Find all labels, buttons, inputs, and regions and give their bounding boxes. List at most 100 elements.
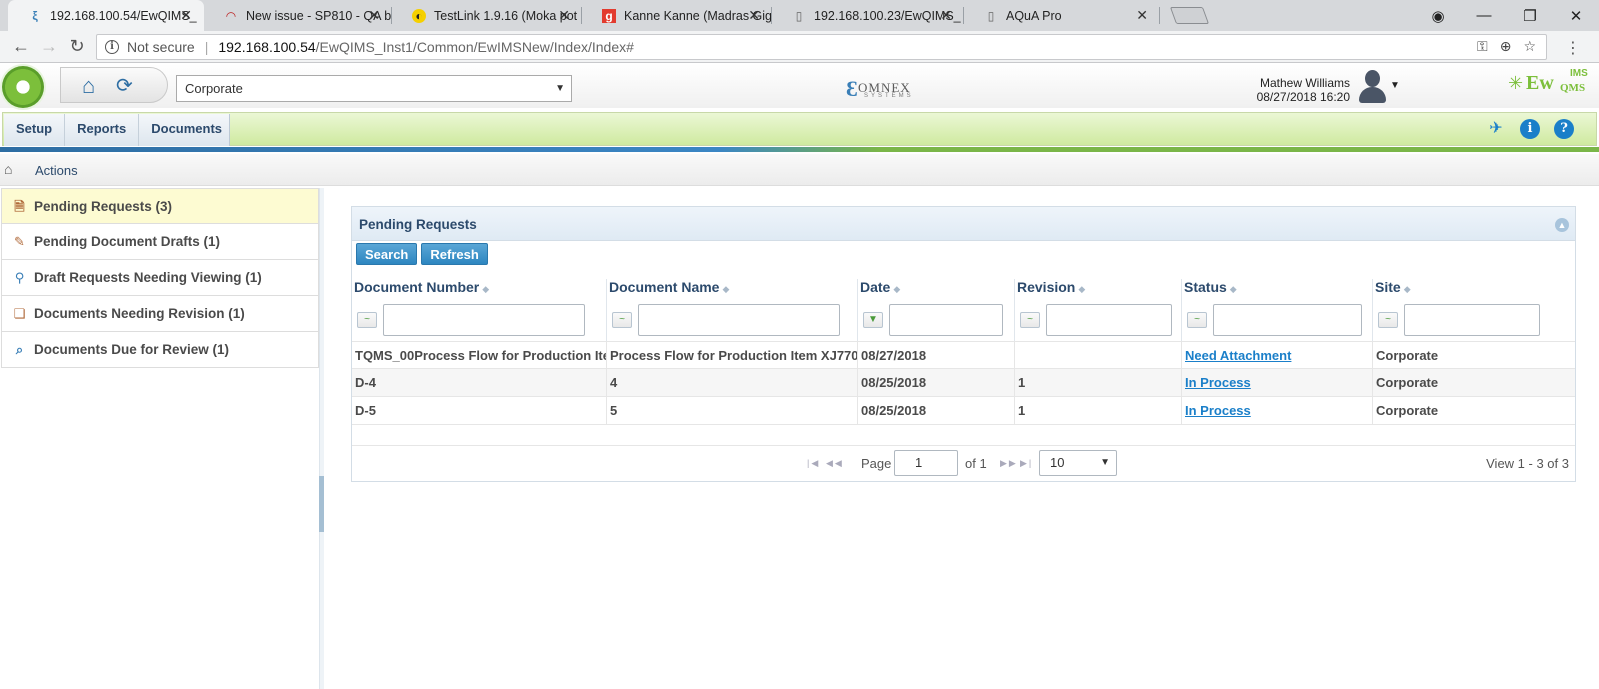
filter-document-number: ~	[352, 299, 606, 341]
browser-tab-6[interactable]: ▯ AQuA Pro ✕	[964, 0, 1160, 31]
status-link[interactable]: Need Attachment	[1185, 348, 1291, 363]
filter-revision-input[interactable]	[1046, 304, 1172, 336]
breadcrumb-home-icon[interactable]: ⌂	[4, 161, 12, 177]
restore-button[interactable]: ❐	[1507, 0, 1553, 31]
omnex-logo: Ɛ OMNEX SYSTEMS	[846, 76, 914, 101]
prev-page-icon[interactable]: ◀◀	[826, 458, 844, 469]
cell-revision: 1	[1014, 369, 1181, 397]
grid-header: Pending Requests ▲	[352, 207, 1575, 241]
close-window-button[interactable]: ✕	[1553, 0, 1599, 31]
cell-document-name: 4	[606, 369, 857, 397]
column-header-document-number[interactable]: Document Number ◆	[352, 279, 606, 299]
table-row[interactable]: D-5 5 08/25/2018 1 In Process Corporate	[352, 397, 1575, 425]
chevron-down-icon: ▼	[1100, 457, 1110, 468]
filter-operator-icon[interactable]: ~	[1378, 312, 1398, 328]
key-icon[interactable]: ⚿	[1477, 38, 1488, 55]
menu-reports[interactable]: Reports	[65, 114, 140, 146]
sidebar-item-draft-requests[interactable]: ⚲ Draft Requests Needing Viewing (1)	[1, 260, 319, 296]
close-tab-icon[interactable]: ✕	[748, 8, 760, 22]
site-select[interactable]: Corporate ▼	[176, 75, 572, 102]
table-row[interactable]: D-4 4 08/25/2018 1 In Process Corporate	[352, 369, 1575, 397]
reload-icon[interactable]: ↻	[63, 36, 91, 57]
info-circle-icon[interactable]: i	[1520, 119, 1540, 139]
help-icon[interactable]: ?	[1554, 119, 1574, 139]
page-number-input[interactable]: 1	[894, 450, 958, 476]
column-header-document-name[interactable]: Document Name ◆	[606, 279, 864, 299]
filter-revision: ~	[1014, 299, 1182, 341]
search-button[interactable]: Search	[356, 243, 418, 265]
browser-menu-icon[interactable]: ⋮	[1565, 38, 1581, 58]
sort-icon: ◆	[482, 284, 490, 294]
sort-icon: ◆	[1229, 284, 1237, 294]
info-icon[interactable]: i	[105, 40, 119, 54]
browser-tab-3[interactable]: ◐ TestLink 1.9.16 (Moka pot ✕	[392, 0, 582, 31]
minimize-button[interactable]: —	[1461, 0, 1507, 31]
close-tab-icon[interactable]: ✕	[1136, 8, 1148, 22]
filter-site: ~	[1372, 299, 1575, 341]
browser-tab-4[interactable]: g Kanne Kanne (Madras Gig ✕	[582, 0, 772, 31]
rows-per-page-select[interactable]: 10 ▼	[1039, 450, 1117, 476]
new-tab-button[interactable]	[1169, 7, 1210, 24]
avatar-icon[interactable]	[1357, 70, 1389, 104]
sidebar-item-pending-drafts[interactable]: ✎ Pending Document Drafts (1)	[1, 224, 319, 260]
security-label: Not secure	[127, 39, 195, 55]
home-icon[interactable]: ⌂	[82, 75, 95, 97]
back-icon[interactable]: ←	[7, 36, 35, 57]
pending-requests-grid: Pending Requests ▲ Search Refresh Docume…	[351, 206, 1576, 482]
column-header-site[interactable]: Site ◆	[1372, 279, 1575, 299]
close-tab-icon[interactable]: ✕	[368, 8, 380, 22]
cell-revision	[1014, 342, 1181, 370]
table-row[interactable]: TQMS_00Process Flow for Production Item …	[352, 341, 1575, 370]
filter-document-number-input[interactable]	[383, 304, 585, 336]
document-draft-icon: ✎	[14, 234, 25, 249]
cell-document-name: 5	[606, 397, 857, 425]
address-bar[interactable]: i Not secure | 192.168.100.54 /EwQIMS_In…	[96, 34, 1547, 60]
status-link[interactable]: In Process	[1185, 403, 1251, 418]
filter-operator-icon[interactable]: ~	[612, 312, 632, 328]
refresh-icon[interactable]: ⟳	[116, 75, 133, 97]
sunburst-icon: ✳	[1508, 73, 1524, 93]
zoom-icon[interactable]: ⊕	[1500, 38, 1512, 55]
last-page-icon[interactable]: ▶|	[1020, 458, 1033, 469]
column-header-date[interactable]: Date ◆	[857, 279, 1014, 299]
filter-date: ▼	[857, 299, 1014, 341]
menu-setup[interactable]: Setup	[4, 114, 66, 146]
column-header-status[interactable]: Status ◆	[1181, 279, 1377, 299]
account-icon[interactable]: ◉	[1415, 0, 1461, 31]
menu-documents[interactable]: Documents	[139, 114, 234, 146]
close-tab-icon[interactable]: ✕	[558, 8, 570, 22]
filter-operator-icon[interactable]: ~	[357, 312, 377, 328]
first-page-icon[interactable]: |◀	[807, 458, 820, 469]
sidebar-item-needing-revision[interactable]: ❏ Documents Needing Revision (1)	[1, 296, 319, 332]
close-tab-icon[interactable]: ✕	[940, 8, 952, 22]
browser-tab-2[interactable]: ◠ New issue - SP810 - QA b ✕	[204, 0, 392, 31]
close-tab-icon[interactable]: ✕	[180, 8, 192, 22]
redmine-favicon-icon: ◠	[225, 8, 237, 23]
app-logo-icon[interactable]	[2, 66, 44, 108]
filter-document-name-input[interactable]	[638, 304, 840, 336]
user-menu-caret-icon[interactable]: ▼	[1390, 80, 1400, 91]
cell-site: Corporate	[1372, 342, 1575, 370]
status-link[interactable]: In Process	[1185, 375, 1251, 390]
next-page-icon[interactable]: ▶▶	[1000, 458, 1018, 469]
forward-icon[interactable]: →	[35, 36, 63, 57]
column-header-revision[interactable]: Revision ◆	[1014, 279, 1182, 299]
filter-operator-icon[interactable]: ~	[1020, 312, 1040, 328]
refresh-button[interactable]: Refresh	[421, 243, 488, 265]
filter-date-input[interactable]	[889, 304, 1003, 336]
panel-splitter[interactable]	[319, 188, 324, 689]
splitter-handle[interactable]	[319, 476, 324, 532]
sidebar-item-pending-requests[interactable]: 🗎 Pending Requests (3)	[1, 188, 319, 224]
filter-operator-icon[interactable]: ~	[1187, 312, 1207, 328]
filter-status-input[interactable]	[1213, 304, 1362, 336]
filter-funnel-icon[interactable]: ▼	[863, 312, 883, 328]
browser-tab-1[interactable]: ξ 192.168.100.54/EwQIMS_ ✕	[8, 0, 204, 31]
pin-icon[interactable]: ✈	[1486, 119, 1506, 139]
bookmark-star-icon[interactable]: ☆	[1523, 38, 1536, 55]
browser-tab-5[interactable]: ▯ 192.168.100.23/EwQIMS_ ✕	[772, 0, 964, 31]
sidebar-item-due-review[interactable]: ⌕ Documents Due for Review (1)	[1, 332, 319, 368]
filter-site-input[interactable]	[1404, 304, 1540, 336]
cell-status: Need Attachment	[1181, 342, 1372, 370]
collapse-icon[interactable]: ▲	[1555, 218, 1569, 232]
filter-document-name: ~	[606, 299, 864, 341]
